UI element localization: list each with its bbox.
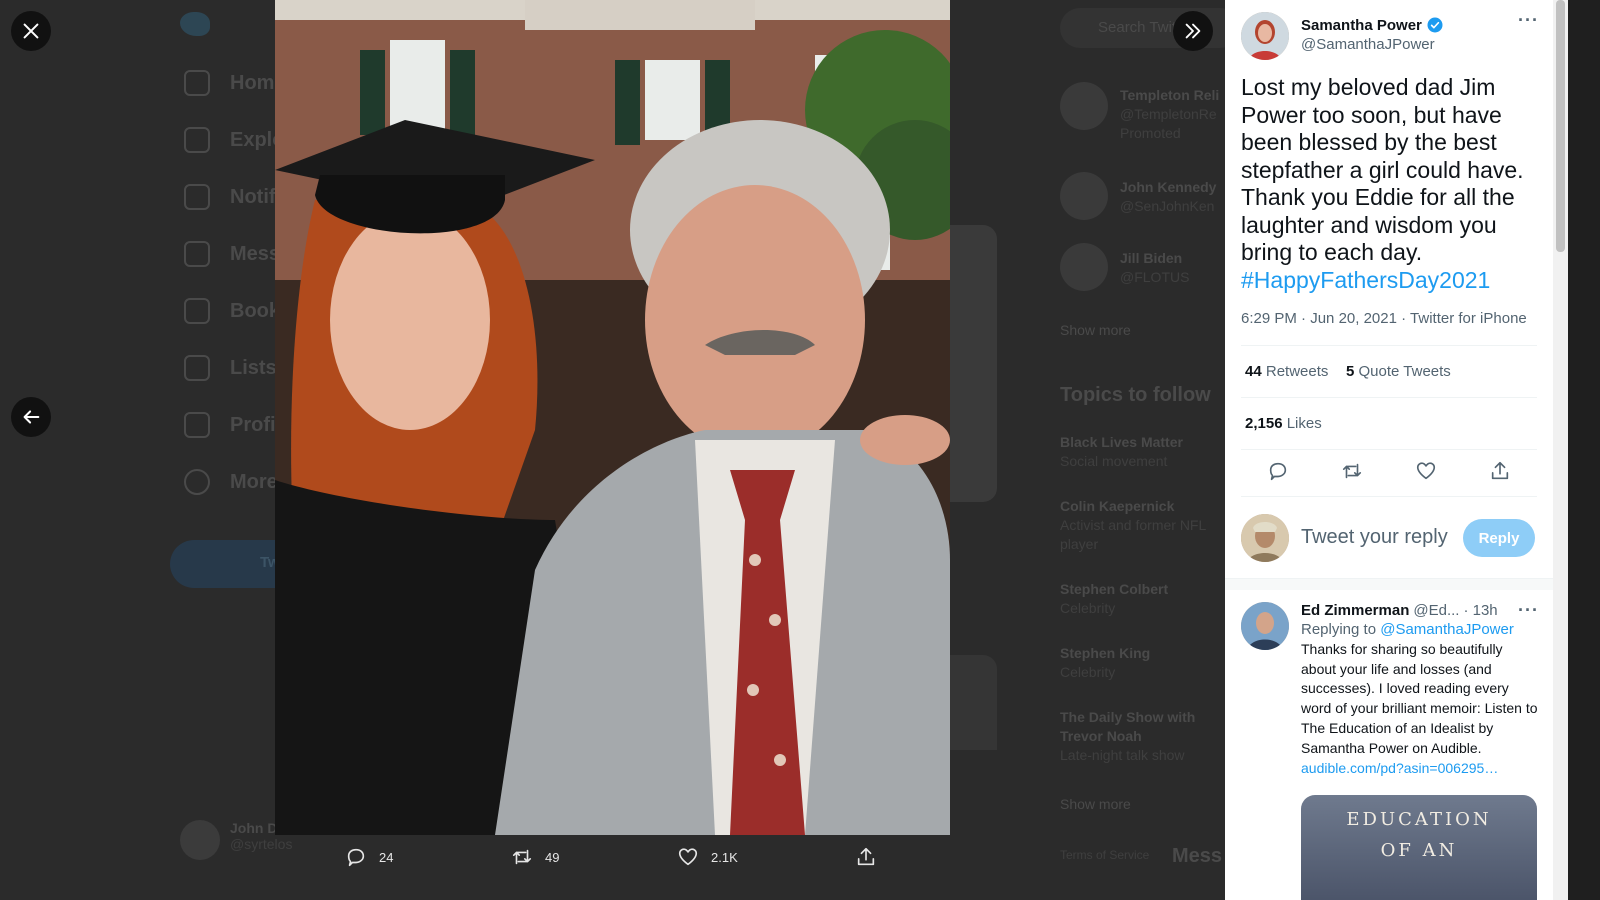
hashtag-icon — [184, 127, 210, 153]
follow-suggestion: Jill Biden @FLOTUS — [1120, 250, 1190, 285]
more-icon[interactable]: ··· — [1518, 10, 1539, 31]
mail-icon — [184, 241, 210, 267]
tweet-detail-panel: Samantha Power @SamanthaJPower ··· Lost … — [1225, 0, 1553, 900]
divider — [1241, 345, 1537, 346]
tweet-source[interactable]: Twitter for iPhone — [1410, 310, 1527, 327]
reply-input[interactable]: Tweet your reply — [1301, 526, 1448, 549]
media-card — [945, 655, 997, 750]
share-icon — [857, 847, 875, 866]
topic-item: Black Lives Matter Social movement — [1060, 434, 1183, 469]
show-more-link: Show more — [1060, 322, 1131, 338]
hashtag-link[interactable]: #HappyFathersDay2021 — [1241, 267, 1490, 293]
topic-item: Stephen King Celebrity — [1060, 645, 1151, 680]
close-button[interactable] — [11, 11, 51, 51]
previous-button[interactable] — [11, 397, 51, 437]
tweet-text: Lost my beloved dad Jim Power too soon, … — [1241, 74, 1524, 293]
reply-button[interactable] — [1267, 460, 1289, 487]
avatar[interactable] — [1241, 12, 1289, 60]
expand-icon — [1185, 23, 1201, 39]
close-icon — [23, 23, 39, 39]
home-icon — [184, 70, 210, 96]
more-circle-icon — [184, 469, 210, 495]
nav-more: More — [184, 469, 278, 495]
likes-stat[interactable]: 2,156 Likes — [1245, 415, 1322, 432]
reply-time[interactable]: · 13h — [1463, 602, 1497, 619]
retweet-button[interactable] — [1341, 460, 1363, 487]
retweet-icon — [512, 849, 532, 865]
person-icon — [184, 412, 210, 438]
tweet-photo[interactable] — [275, 0, 950, 835]
nav-lists: Lists — [184, 355, 277, 381]
retweets-stat[interactable]: 44 Retweets — [1245, 363, 1328, 380]
share-button[interactable] — [855, 846, 877, 868]
avatar — [1060, 172, 1108, 220]
reply-icon — [347, 848, 365, 867]
like-icon — [678, 848, 698, 866]
tweet-author: Samantha Power @SamanthaJPower — [1241, 12, 1444, 60]
more-icon[interactable]: ··· — [1518, 600, 1539, 621]
user-avatar-image — [1241, 514, 1289, 562]
topic-item: Colin Kaepernick Activist and former NFL … — [1060, 498, 1206, 552]
avatar[interactable] — [1241, 602, 1289, 650]
reply-icon — [1269, 462, 1287, 481]
scrollbar[interactable] — [1553, 0, 1568, 900]
follow-suggestion: Templeton Reli @TempletonRe Promoted — [1120, 87, 1220, 141]
topic-item: Stephen Colbert Celebrity — [1060, 581, 1169, 616]
footer-links: Terms of Service — [1060, 848, 1150, 862]
twitter-logo-icon — [180, 12, 210, 36]
like-button[interactable]: 2.1K — [677, 846, 738, 868]
avatar — [1060, 82, 1108, 130]
reply-author-avatar-image — [1241, 602, 1289, 650]
verified-icon — [1427, 17, 1443, 33]
tweet-actions — [1241, 460, 1537, 486]
photo-image — [275, 0, 950, 835]
topics-title: Topics to follow — [1060, 384, 1211, 406]
share-icon — [1491, 461, 1509, 480]
tweet-timestamp: 6:29 PM · Jun 20, 2021 · Twitter for iPh… — [1241, 310, 1527, 327]
quote-tweets-stat[interactable]: 5 Quote Tweets — [1346, 363, 1451, 380]
reply-composer: Tweet your reply Reply — [1241, 514, 1541, 562]
show-more-link: Show more — [1060, 796, 1131, 812]
media-actions-bar: 24 49 2.1K — [275, 838, 950, 878]
reply-author-handle[interactable]: @Ed... — [1413, 602, 1459, 619]
like-button[interactable] — [1415, 460, 1437, 487]
avatar — [1060, 243, 1108, 291]
reply-button[interactable]: 24 — [345, 846, 393, 868]
reply-submit-button[interactable]: Reply — [1463, 519, 1535, 557]
bookmark-icon — [184, 298, 210, 324]
link-card-image[interactable]: EDUCATION OF AN — [1301, 795, 1537, 900]
divider — [1241, 449, 1537, 450]
section-divider — [1225, 578, 1553, 590]
reply-link[interactable]: audible.com/pd?asin=006295… — [1301, 760, 1541, 776]
retweet-button[interactable]: 49 — [511, 846, 559, 868]
messages-drawer: Mess — [1172, 845, 1223, 867]
author-handle[interactable]: @SamanthaJPower — [1301, 36, 1444, 53]
divider — [1241, 397, 1537, 398]
replying-to: Replying to @SamanthaJPower — [1301, 621, 1514, 638]
scrollbar-thumb[interactable] — [1556, 0, 1565, 252]
overlay-edge — [1568, 0, 1600, 900]
search-box: Search Twitter — [1060, 8, 1240, 48]
replying-to-link[interactable]: @SamanthaJPower — [1380, 621, 1514, 638]
author-name[interactable]: Samantha Power — [1301, 17, 1422, 34]
expand-button[interactable] — [1173, 11, 1213, 51]
back-arrow-icon — [23, 410, 40, 424]
topic-item: The Daily Show with Trevor Noah Late-nigh… — [1060, 709, 1196, 763]
share-button[interactable] — [1489, 460, 1511, 487]
media-card — [945, 225, 997, 502]
list-icon — [184, 355, 210, 381]
avatar — [180, 820, 220, 860]
follow-suggestion: John Kennedy @SenJohnKen — [1120, 179, 1217, 214]
bell-icon — [184, 184, 210, 210]
retweet-icon — [1342, 463, 1362, 479]
reply-text: Thanks for sharing so beautifully about … — [1301, 641, 1538, 756]
divider — [1241, 496, 1537, 497]
nav-home: Home — [184, 70, 286, 96]
reply-author-name[interactable]: Ed Zimmerman — [1301, 602, 1409, 619]
like-icon — [1416, 462, 1436, 480]
avatar[interactable] — [1241, 514, 1289, 562]
author-avatar-image — [1241, 12, 1289, 60]
